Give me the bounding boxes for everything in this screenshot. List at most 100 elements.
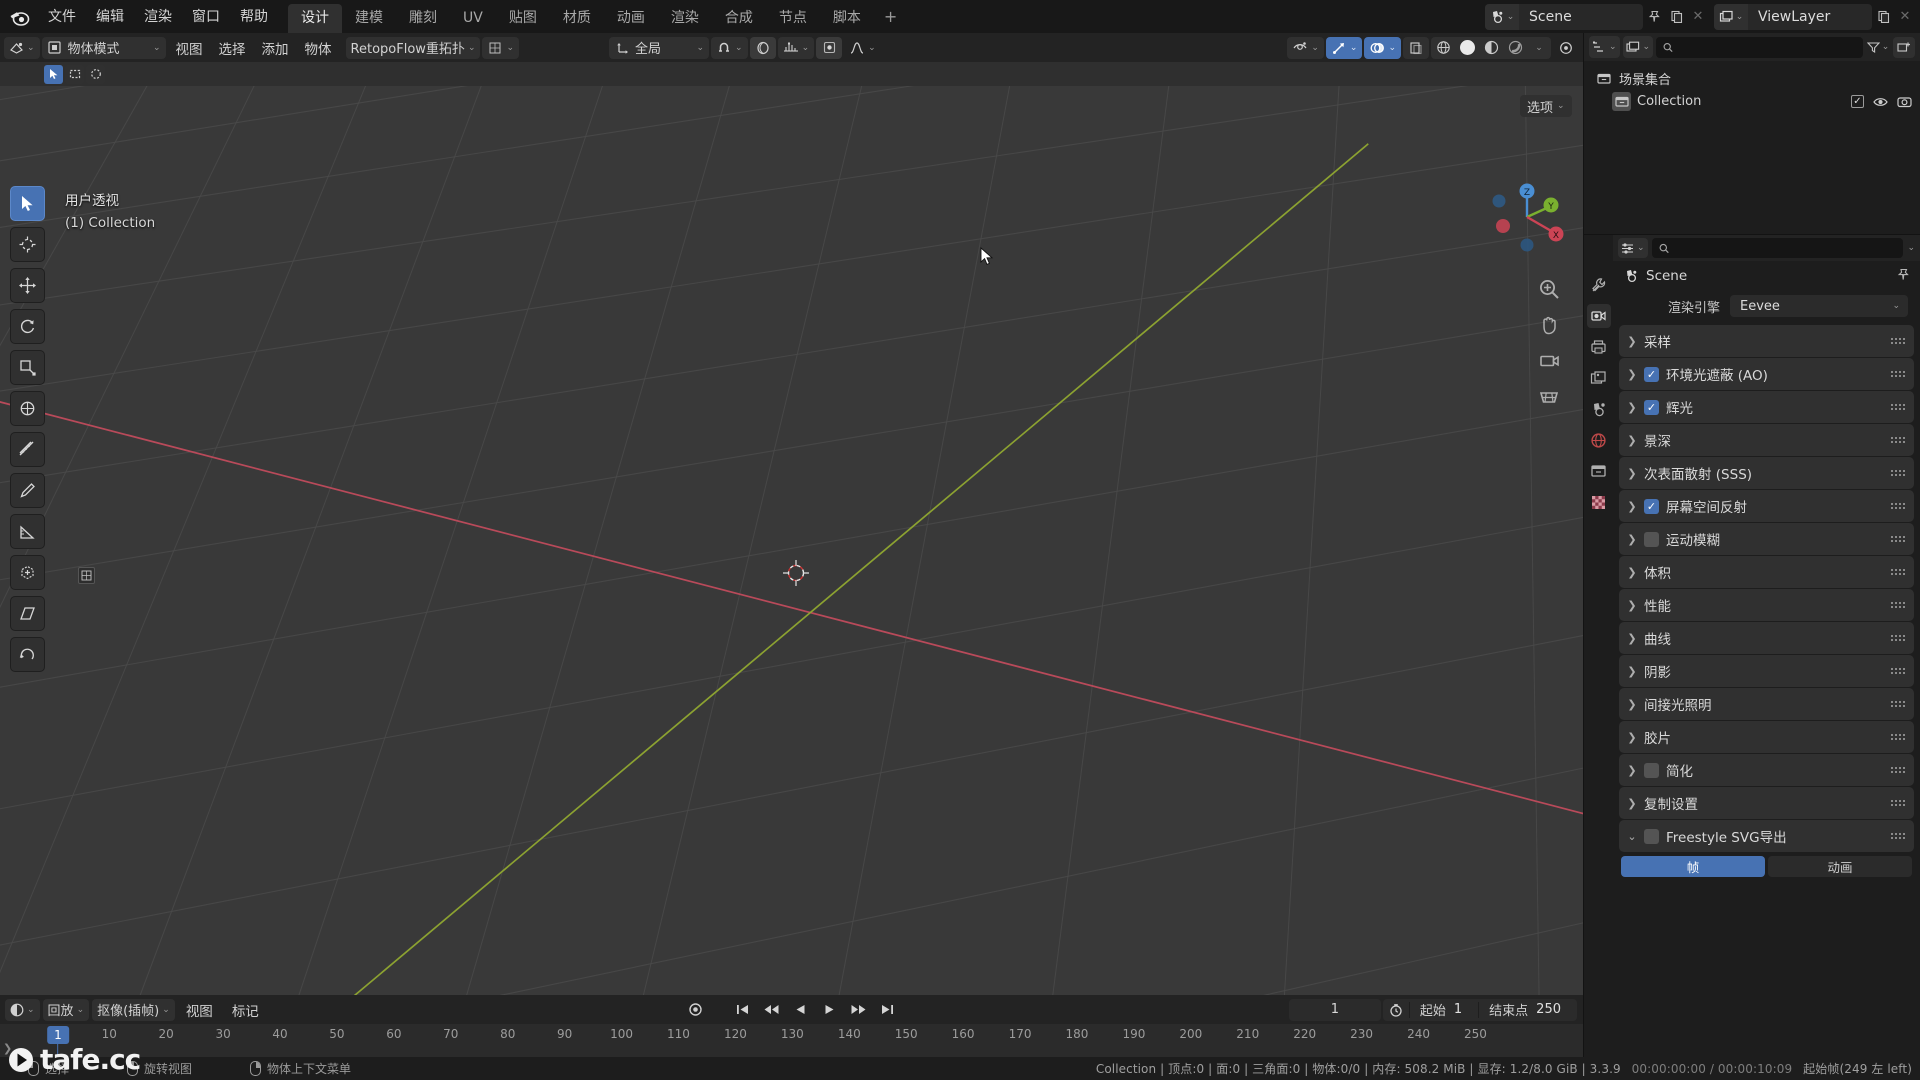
- chevron-right-icon[interactable]: ❯: [1627, 665, 1637, 678]
- tool-scale[interactable]: [10, 350, 45, 385]
- pin-icon[interactable]: [1897, 268, 1910, 285]
- proportional-edit-toggle[interactable]: [749, 36, 776, 59]
- shading-material-preview-icon[interactable]: [1479, 37, 1503, 59]
- remove-scene-button[interactable]: ✕: [1687, 4, 1709, 30]
- current-frame-field[interactable]: 1: [1288, 998, 1381, 1021]
- start-frame-value[interactable]: 1: [1454, 1002, 1478, 1017]
- scene-data-icon[interactable]: ⌄: [1485, 3, 1519, 30]
- chevron-right-icon[interactable]: ❯: [1627, 533, 1637, 546]
- panel-drag-handle[interactable]: [1891, 701, 1905, 707]
- tool-measure[interactable]: [10, 514, 45, 549]
- chevron-right-icon[interactable]: ❯: [1627, 335, 1637, 348]
- navigation-gizmo[interactable]: Z Y X: [1487, 177, 1567, 257]
- play-icon[interactable]: [817, 999, 842, 1021]
- panel-7[interactable]: ❯ 体积: [1619, 556, 1914, 588]
- tool-annotate[interactable]: [10, 432, 45, 467]
- outliner-row-1[interactable]: Collection ✓: [1584, 90, 1920, 113]
- timeline-editor-type-icon[interactable]: ⌄: [5, 998, 40, 1021]
- menu-2[interactable]: 渲染: [134, 6, 182, 28]
- panel-10[interactable]: ❯ 阴影: [1619, 655, 1914, 687]
- panel-checkbox[interactable]: [1644, 531, 1659, 547]
- zoom-icon[interactable]: [1537, 277, 1561, 301]
- chevron-right-icon[interactable]: ❯: [1627, 368, 1637, 381]
- record-icon[interactable]: [683, 999, 708, 1021]
- menu-4[interactable]: 帮助: [230, 6, 278, 28]
- timeline-view-menu[interactable]: 视图: [178, 997, 221, 1023]
- workspace-tab-9[interactable]: 节点: [766, 4, 820, 34]
- panel-drag-handle[interactable]: [1891, 668, 1905, 674]
- chevron-right-icon[interactable]: ❯: [1627, 401, 1637, 414]
- properties-search[interactable]: [1651, 238, 1904, 258]
- panel-drag-handle[interactable]: [1891, 833, 1905, 839]
- shading-solid-icon[interactable]: [1455, 37, 1479, 59]
- pan-hand-icon[interactable]: [1537, 313, 1561, 337]
- panel-checkbox[interactable]: [1644, 366, 1659, 382]
- toggle-perspective-icon[interactable]: [1537, 385, 1561, 409]
- chevron-right-icon[interactable]: ❯: [1627, 632, 1637, 645]
- viewport-menu-2[interactable]: 添加: [254, 35, 297, 61]
- chevron-right-icon[interactable]: ❯: [1627, 797, 1637, 810]
- box-select-icon[interactable]: [65, 64, 84, 84]
- snap-dropdown[interactable]: ⌄: [711, 36, 748, 59]
- object-mode-dropdown[interactable]: 物体模式 ⌄: [41, 36, 166, 59]
- new-collection-button[interactable]: [1893, 36, 1915, 58]
- chevron-down-icon[interactable]: ⌄: [1627, 830, 1637, 843]
- panel-checkbox[interactable]: [1644, 498, 1659, 514]
- outliner-row-0[interactable]: 场景集合: [1584, 67, 1920, 90]
- panel-drag-handle[interactable]: [1891, 437, 1905, 443]
- workspace-tab-3[interactable]: UV: [450, 4, 496, 34]
- panel-5[interactable]: ❯ 屏幕空间反射: [1619, 490, 1914, 522]
- panel-11[interactable]: ❯ 间接光照明: [1619, 688, 1914, 720]
- playback-menu[interactable]: 回放 ⌄: [42, 998, 90, 1021]
- timeline-strip[interactable]: ❯ 10 20 30 40 50 60 70 80 90 100 110 120 130 140 150 16…: [0, 1024, 1583, 1058]
- panel-drag-handle[interactable]: [1891, 404, 1905, 410]
- freestyle-button-0[interactable]: 帧: [1621, 856, 1765, 877]
- visibility-dropdown[interactable]: ⌄: [1287, 36, 1324, 59]
- new-viewlayer-button[interactable]: [1872, 4, 1894, 30]
- viewlayer-tab[interactable]: [1587, 366, 1611, 390]
- outliner-search[interactable]: [1656, 36, 1863, 58]
- gizmo-toggle[interactable]: ⌄: [1325, 36, 1363, 59]
- workspace-tab-8[interactable]: 合成: [712, 4, 766, 34]
- properties-search-input[interactable]: [1674, 241, 1897, 255]
- auto-key-timer-icon[interactable]: [1383, 999, 1409, 1021]
- proportional-connected-toggle[interactable]: ⌄: [777, 36, 815, 59]
- panel-checkbox[interactable]: [1644, 762, 1659, 778]
- workspace-tab-6[interactable]: 动画: [604, 4, 658, 34]
- camera-render-icon[interactable]: [1897, 96, 1912, 108]
- viewlayer-selector[interactable]: ⌄ ViewLayer: [1714, 3, 1872, 30]
- panel-drag-handle[interactable]: [1891, 338, 1905, 344]
- tool-annotate-pen[interactable]: [10, 473, 45, 508]
- tool-rotate[interactable]: [10, 309, 45, 344]
- tool-cursor[interactable]: [10, 227, 45, 262]
- world-tab[interactable]: [1587, 428, 1611, 452]
- chevron-right-icon[interactable]: ❯: [1627, 500, 1637, 513]
- viewport-options-button[interactable]: 选项 ⌄: [1520, 95, 1572, 117]
- panel-drag-handle[interactable]: [1891, 503, 1905, 509]
- panel-drag-handle[interactable]: [1891, 767, 1905, 773]
- chevron-right-icon[interactable]: ❯: [1627, 698, 1637, 711]
- panel-14[interactable]: ❯ 复制设置: [1619, 787, 1914, 819]
- viewport-menu-0[interactable]: 视图: [168, 35, 211, 61]
- panel-8[interactable]: ❯ 性能: [1619, 589, 1914, 621]
- 3d-viewport[interactable]: 用户透视 (1) Collection Z Y X: [0, 62, 1583, 995]
- tool-shear[interactable]: [10, 596, 45, 631]
- workspace-tab-1[interactable]: 建模: [342, 4, 396, 34]
- shading-chevron-icon[interactable]: ⌄: [1527, 37, 1551, 59]
- panel-drag-handle[interactable]: [1891, 470, 1905, 476]
- tool-spin[interactable]: [10, 637, 45, 672]
- retopoflow-icon-button[interactable]: ⌄: [482, 36, 520, 59]
- tool-tab[interactable]: [1587, 273, 1611, 297]
- outliner-filter-button[interactable]: ⌄: [1866, 37, 1890, 58]
- panel-3[interactable]: ❯ 景深: [1619, 424, 1914, 456]
- menu-0[interactable]: 文件: [38, 6, 86, 28]
- properties-editor-type-icon[interactable]: ⌄: [1618, 238, 1648, 258]
- workspace-tab-5[interactable]: 材质: [550, 4, 604, 34]
- outliner-editor-type-icon[interactable]: ⌄: [1589, 36, 1620, 58]
- shading-options-dropdown[interactable]: [1553, 37, 1579, 59]
- transform-orientation-dropdown[interactable]: 全局 ⌄: [609, 36, 710, 59]
- menu-1[interactable]: 编辑: [86, 6, 134, 28]
- panel-checkbox[interactable]: [1644, 828, 1659, 844]
- keying-menu[interactable]: 抠像(插帧) ⌄: [92, 998, 175, 1021]
- retopoflow-menu[interactable]: RetopoFlow重拓扑 ⌄: [345, 36, 481, 59]
